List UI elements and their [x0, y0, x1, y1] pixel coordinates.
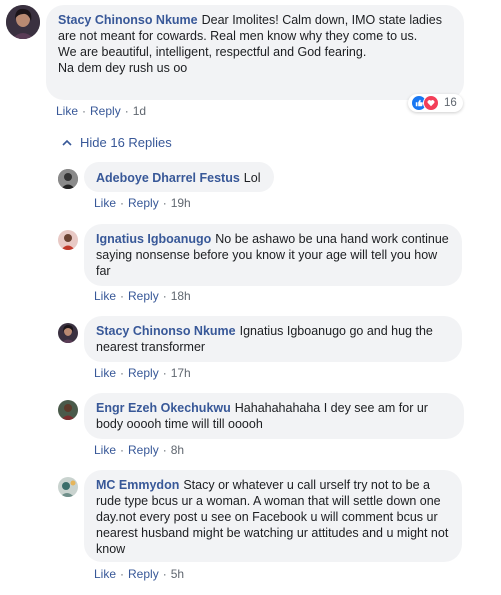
- like-link[interactable]: Like: [94, 567, 116, 581]
- profile-photo-icon: [6, 5, 40, 39]
- like-link[interactable]: Like: [94, 289, 116, 303]
- avatar[interactable]: [58, 169, 78, 189]
- timestamp[interactable]: 18h: [171, 289, 191, 303]
- comment-bubble: Stacy Chinonso Nkume Dear Imolites! Calm …: [46, 5, 464, 100]
- reply-author[interactable]: MC Emmydon: [96, 478, 179, 492]
- comment-actions: Like · Reply · 1d: [56, 104, 147, 118]
- hide-replies-link[interactable]: Hide 16 Replies: [62, 135, 172, 150]
- reply-bubble: Ignatius Igboanugo No be ashawo be una ha…: [84, 224, 462, 286]
- profile-photo-icon: [58, 477, 78, 497]
- timestamp[interactable]: 17h: [171, 366, 191, 380]
- avatar[interactable]: [58, 323, 78, 343]
- like-link[interactable]: Like: [94, 196, 116, 210]
- reply-actions: Like · Reply · 18h: [94, 289, 191, 303]
- reply-author[interactable]: Stacy Chinonso Nkume: [96, 324, 236, 338]
- reply-bubble: Adeboye Dharrel Festus Lol: [84, 162, 274, 192]
- like-link[interactable]: Like: [56, 104, 78, 118]
- reply-text: Lol: [243, 171, 261, 185]
- timestamp[interactable]: 19h: [171, 196, 191, 210]
- avatar[interactable]: [58, 477, 78, 497]
- timestamp[interactable]: 5h: [171, 567, 184, 581]
- profile-photo-icon: [58, 230, 78, 250]
- avatar[interactable]: [58, 400, 78, 420]
- like-link[interactable]: Like: [94, 443, 116, 457]
- avatar[interactable]: [58, 230, 78, 250]
- chevron-up-icon: [62, 139, 72, 146]
- reply-author[interactable]: Engr Ezeh Okechukwu: [96, 401, 231, 415]
- reply-actions: Like · Reply · 19h: [94, 196, 191, 210]
- hide-replies-label: Hide 16 Replies: [80, 135, 172, 150]
- reaction-count: 16: [444, 97, 457, 109]
- profile-photo-icon: [58, 400, 78, 420]
- reply-link[interactable]: Reply: [90, 104, 121, 118]
- avatar[interactable]: [6, 5, 40, 39]
- comment-author[interactable]: Stacy Chinonso Nkume: [58, 13, 198, 27]
- like-link[interactable]: Like: [94, 366, 116, 380]
- reaction-summary[interactable]: 16: [408, 94, 463, 112]
- reply-link[interactable]: Reply: [128, 289, 159, 303]
- reply-actions: Like · Reply · 8h: [94, 443, 185, 457]
- reply-author[interactable]: Adeboye Dharrel Festus: [96, 171, 240, 185]
- reply-bubble: MC Emmydon Stacy or whatever u call ursel…: [84, 470, 462, 562]
- reply-actions: Like · Reply · 5h: [94, 567, 185, 581]
- reply-author[interactable]: Ignatius Igboanugo: [96, 232, 211, 246]
- timestamp[interactable]: 1d: [133, 104, 146, 118]
- reply-link[interactable]: Reply: [128, 366, 159, 380]
- reply-actions: Like · Reply · 17h: [94, 366, 191, 380]
- timestamp[interactable]: 8h: [171, 443, 184, 457]
- reply-link[interactable]: Reply: [128, 443, 159, 457]
- reply-bubble: Stacy Chinonso Nkume Ignatius Igboanugo g…: [84, 316, 462, 362]
- reply-bubble: Engr Ezeh Okechukwu Hahahahahaha I dey se…: [84, 393, 464, 439]
- heart-icon: [423, 95, 439, 111]
- profile-photo-icon: [58, 323, 78, 343]
- reply-link[interactable]: Reply: [128, 567, 159, 581]
- profile-photo-icon: [58, 169, 78, 189]
- reply-link[interactable]: Reply: [128, 196, 159, 210]
